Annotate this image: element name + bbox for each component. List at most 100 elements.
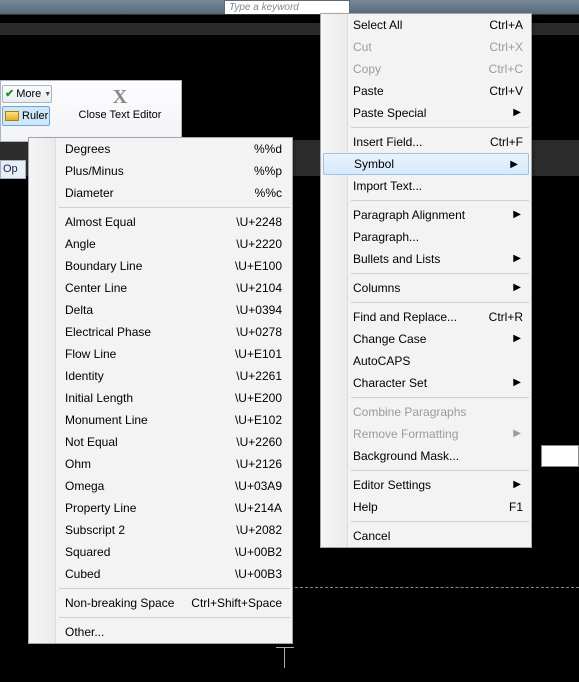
context-menu: Select AllCtrl+ACutCtrl+XCopyCtrl+CPaste…	[320, 13, 532, 548]
context-item-character-set[interactable]: Character Set ▶	[321, 372, 531, 394]
menu-item-shortcut: F1	[509, 496, 523, 518]
submenu-arrow-icon: ▶	[513, 423, 521, 445]
context-item-change-case[interactable]: Change Case ▶	[321, 328, 531, 350]
menu-item-label: Identity	[65, 369, 104, 383]
symbol-item-subscript-2[interactable]: Subscript 2 \U+2082	[29, 519, 292, 541]
symbol-item-not-equal[interactable]: Not Equal \U+2260	[29, 431, 292, 453]
menu-item-code: \U+0394	[236, 299, 282, 321]
panel-expand-handle[interactable]: Op	[0, 160, 26, 179]
symbol-item-initial-length[interactable]: Initial Length\U+E200	[29, 387, 292, 409]
menu-item-label: Copy	[353, 62, 381, 76]
context-item-paragraph[interactable]: Paragraph...	[321, 226, 531, 248]
more-button[interactable]: ✔ More ▼	[2, 85, 52, 103]
panel-expand-label: Op	[3, 163, 18, 175]
context-item-help[interactable]: HelpF1	[321, 496, 531, 518]
ruler-icon	[5, 111, 19, 121]
symbol-item-angle[interactable]: Angle\U+2220	[29, 233, 292, 255]
menu-item-label: Cut	[353, 40, 372, 54]
context-item-find-and-replace[interactable]: Find and Replace...Ctrl+R	[321, 306, 531, 328]
menu-item-label: Non-breaking Space	[65, 596, 174, 610]
menu-item-label: Remove Formatting	[353, 427, 458, 441]
symbol-item-plus-minus[interactable]: Plus/Minus%%p	[29, 160, 292, 182]
symbol-item-center-line[interactable]: Center Line \U+2104	[29, 277, 292, 299]
ruler-button[interactable]: Ruler	[2, 106, 50, 126]
symbol-item-flow-line[interactable]: Flow Line\U+E101	[29, 343, 292, 365]
context-item-select-all[interactable]: Select AllCtrl+A	[321, 14, 531, 36]
context-item-autocaps[interactable]: AutoCAPS	[321, 350, 531, 372]
menu-item-label: Bullets and Lists	[353, 252, 440, 266]
symbol-item-omega[interactable]: Omega\U+03A9	[29, 475, 292, 497]
symbol-item-squared[interactable]: Squared\U+00B2	[29, 541, 292, 563]
menu-item-label: Center Line	[65, 281, 127, 295]
symbol-item-diameter[interactable]: Diameter %%c	[29, 182, 292, 204]
text-cursor-box	[541, 445, 579, 467]
menu-item-code: \U+2261	[236, 365, 282, 387]
menu-item-code: \U+2260	[236, 431, 282, 453]
context-item-combine-paragraphs: Combine Paragraphs	[321, 401, 531, 423]
menu-item-shortcut: Ctrl+V	[489, 80, 523, 102]
menu-item-code: \U+2082	[236, 519, 282, 541]
menu-item-label: Flow Line	[65, 347, 116, 361]
menu-item-shortcut: Ctrl+A	[489, 14, 523, 36]
menu-item-label: Cancel	[353, 529, 390, 543]
context-item-background-mask[interactable]: Background Mask...	[321, 445, 531, 467]
close-editor-label: Close Text Editor	[70, 109, 170, 121]
menu-item-label: Electrical Phase	[65, 325, 151, 339]
menu-item-label: Paste	[353, 84, 384, 98]
menu-item-label: Diameter	[65, 186, 114, 200]
submenu-arrow-icon: ▶	[513, 102, 521, 124]
symbol-submenu: Degrees%%dPlus/Minus%%p Diameter %%c Almost…	[28, 137, 293, 644]
context-item-insert-field[interactable]: Insert Field...Ctrl+F	[321, 131, 531, 153]
context-item-cancel[interactable]: Cancel	[321, 525, 531, 547]
context-item-bullets-and-lists[interactable]: Bullets and Lists ▶	[321, 248, 531, 270]
menu-item-label: Editor Settings	[353, 478, 431, 492]
symbol-item-property-line[interactable]: Property Line\U+214A	[29, 497, 292, 519]
menu-item-label: Other...	[65, 625, 104, 639]
symbol-item-non-breaking-space[interactable]: Non-breaking Space Ctrl+Shift+Space	[29, 592, 292, 614]
menu-item-code: Ctrl+Shift+Space	[191, 592, 282, 614]
symbol-item-cubed[interactable]: Cubed\U+00B3	[29, 563, 292, 585]
context-item-import-text[interactable]: Import Text...	[321, 175, 531, 197]
context-item-paste[interactable]: Paste Ctrl+V	[321, 80, 531, 102]
menu-item-code: \U+E100	[235, 255, 282, 277]
context-item-columns[interactable]: Columns▶	[321, 277, 531, 299]
context-item-paragraph-alignment[interactable]: Paragraph Alignment▶	[321, 204, 531, 226]
menu-item-label: Columns	[353, 281, 400, 295]
menu-separator	[351, 127, 529, 128]
context-item-symbol[interactable]: Symbol▶	[323, 153, 529, 175]
symbol-item-monument-line[interactable]: Monument Line\U+E102	[29, 409, 292, 431]
menu-item-label: Insert Field...	[353, 135, 422, 149]
symbol-item-boundary-line[interactable]: Boundary Line \U+E100	[29, 255, 292, 277]
submenu-arrow-icon: ▶	[513, 372, 521, 394]
menu-separator	[351, 302, 529, 303]
menu-item-label: Not Equal	[65, 435, 118, 449]
menu-item-label: Change Case	[353, 332, 426, 346]
submenu-arrow-icon: ▶	[513, 328, 521, 350]
context-item-cut: CutCtrl+X	[321, 36, 531, 58]
close-text-editor-button[interactable]: X Close Text Editor	[70, 86, 170, 121]
submenu-arrow-icon: ▶	[510, 154, 518, 176]
submenu-arrow-icon: ▶	[513, 248, 521, 270]
context-item-paste-special[interactable]: Paste Special▶	[321, 102, 531, 124]
context-item-copy: CopyCtrl+C	[321, 58, 531, 80]
menu-item-label: Degrees	[65, 142, 110, 156]
menu-separator	[351, 521, 529, 522]
symbol-item-almost-equal[interactable]: Almost Equal\U+2248	[29, 211, 292, 233]
menu-item-code: \U+2104	[236, 277, 282, 299]
menu-item-label: Boundary Line	[65, 259, 142, 273]
menu-item-label: Character Set	[353, 376, 427, 390]
menu-item-label: Subscript 2	[65, 523, 125, 537]
symbol-item-identity[interactable]: Identity \U+2261	[29, 365, 292, 387]
symbol-item-electrical-phase[interactable]: Electrical Phase\U+0278	[29, 321, 292, 343]
symbol-item-ohm[interactable]: Ohm\U+2126	[29, 453, 292, 475]
text-caret	[284, 648, 285, 668]
context-item-editor-settings[interactable]: Editor Settings ▶	[321, 474, 531, 496]
submenu-arrow-icon: ▶	[513, 474, 521, 496]
menu-item-code: \U+2126	[236, 453, 282, 475]
menu-item-code: %%c	[255, 182, 282, 204]
menu-item-label: Angle	[65, 237, 96, 251]
symbol-item-degrees[interactable]: Degrees%%d	[29, 138, 292, 160]
symbol-item-other[interactable]: Other...	[29, 621, 292, 643]
menu-separator	[59, 207, 290, 208]
symbol-item-delta[interactable]: Delta\U+0394	[29, 299, 292, 321]
